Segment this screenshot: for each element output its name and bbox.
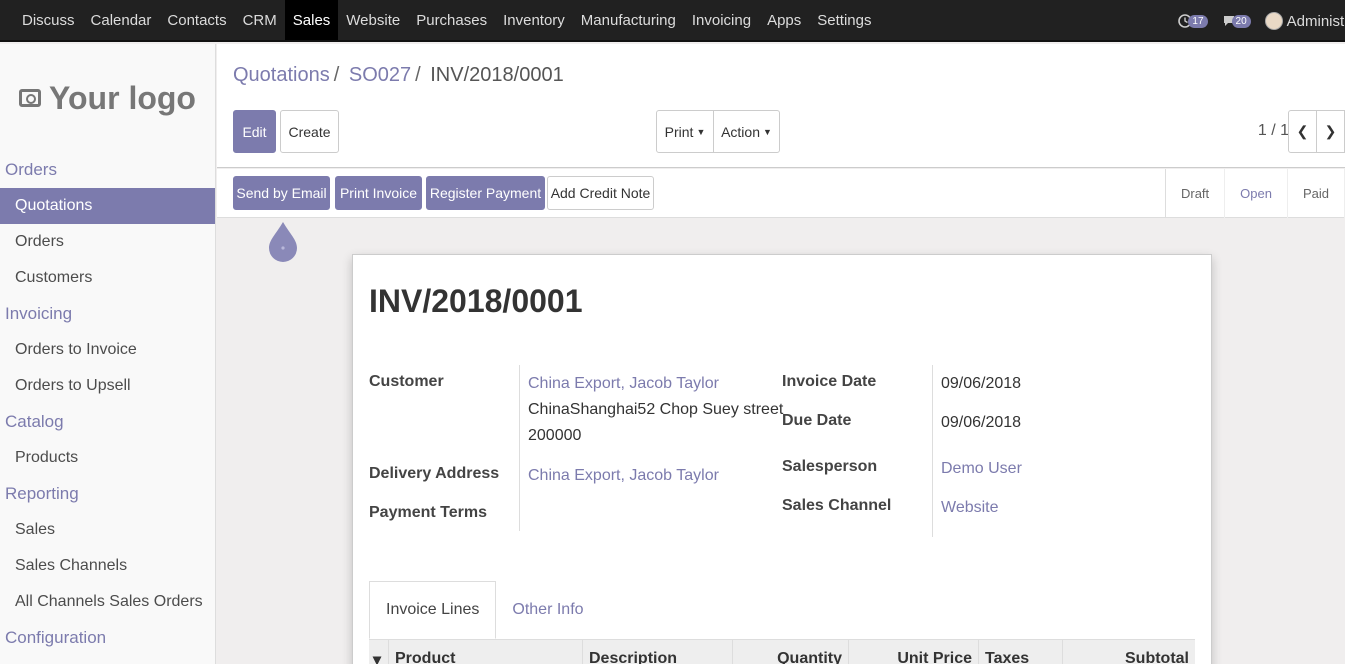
column-unit-price[interactable]: Unit Price bbox=[849, 640, 979, 664]
logo-text: Your logo bbox=[49, 79, 196, 116]
caret-down-icon: ▼ bbox=[696, 126, 706, 137]
sidebar-item-orders-to-invoice[interactable]: Orders to Invoice bbox=[0, 332, 215, 368]
sidebar-section-catalog[interactable]: Catalog bbox=[0, 404, 215, 440]
menu-manufacturing[interactable]: Manufacturing bbox=[573, 0, 684, 40]
due-date-label: Due Date bbox=[782, 412, 852, 429]
company-logo[interactable]: Your logo bbox=[0, 44, 215, 152]
pager-value[interactable]: 1 / 1 bbox=[1258, 122, 1289, 140]
customer-field: China Export, Jacob Taylor ChinaShanghai… bbox=[528, 371, 783, 449]
activity-count-badge: 17 bbox=[1188, 14, 1208, 28]
sidebar-item-all-channels-sales-orders[interactable]: All Channels Sales Orders bbox=[0, 584, 215, 620]
sidebar-item-orders[interactable]: Orders bbox=[0, 224, 215, 260]
camera-icon bbox=[19, 89, 42, 107]
invoice-sheet: INV/2018/0001 Customer China Export, Jac… bbox=[352, 254, 1212, 664]
breadcrumb-current: INV/2018/0001 bbox=[430, 64, 564, 86]
menu-invoicing[interactable]: Invoicing bbox=[684, 0, 759, 40]
message-count-badge: 20 bbox=[1231, 14, 1251, 28]
sidebar-item-sales-channels[interactable]: Sales Channels bbox=[0, 548, 215, 584]
avatar bbox=[1264, 12, 1283, 30]
sidebar-item-customers[interactable]: Customers bbox=[0, 260, 215, 296]
sort-caret-icon[interactable]: ▾ bbox=[369, 640, 389, 664]
menu-website[interactable]: Website bbox=[338, 0, 408, 40]
print-dropdown[interactable]: Print ▼ bbox=[656, 110, 714, 153]
add-credit-note-button[interactable]: Add Credit Note bbox=[547, 176, 654, 210]
sidebar: Your logo Orders Quotations Orders Custo… bbox=[0, 44, 216, 664]
menu-settings[interactable]: Settings bbox=[809, 0, 879, 40]
sidebar-section-orders[interactable]: Orders bbox=[0, 152, 215, 188]
salesperson-label: Salesperson bbox=[782, 458, 878, 475]
menu-sales[interactable]: Sales bbox=[284, 0, 339, 40]
menu-inventory[interactable]: Inventory bbox=[495, 0, 573, 40]
activity-button[interactable]: 17 bbox=[1178, 14, 1208, 28]
send-by-email-button[interactable]: Send by Email bbox=[233, 176, 330, 210]
sidebar-section-invoicing[interactable]: Invoicing bbox=[0, 296, 215, 332]
app-menu: Discuss Calendar Contacts CRM Sales Webs… bbox=[0, 0, 879, 40]
customer-address-line1: ChinaShanghai52 Chop Suey street bbox=[528, 401, 784, 418]
sidebar-section-configuration[interactable]: Configuration bbox=[0, 620, 215, 656]
user-name: Administrator bbox=[1286, 12, 1345, 30]
sidebar-item-orders-to-upsell[interactable]: Orders to Upsell bbox=[0, 368, 215, 404]
sales-channel-link[interactable]: Website bbox=[941, 495, 999, 521]
sidebar-section-reporting[interactable]: Reporting bbox=[0, 476, 215, 512]
caret-down-icon: ▼ bbox=[763, 126, 772, 137]
tip-drop-icon[interactable] bbox=[268, 220, 298, 262]
edit-button[interactable]: Edit bbox=[233, 110, 276, 153]
notebook-tabs: Invoice Lines Other Info bbox=[369, 581, 600, 641]
customer-link[interactable]: China Export, Jacob Taylor bbox=[528, 371, 783, 397]
column-description[interactable]: Description bbox=[583, 640, 733, 664]
invoice-date-label: Invoice Date bbox=[782, 373, 877, 390]
form-statusbar: Send by Email Print Invoice Register Pay… bbox=[217, 169, 1345, 218]
stage-draft[interactable]: Draft bbox=[1166, 169, 1226, 218]
invoice-lines-table-header: ▾ Product Description Quantity Unit Pric… bbox=[369, 639, 1195, 664]
tab-invoice-lines[interactable]: Invoice Lines bbox=[369, 581, 497, 639]
menu-discuss[interactable]: Discuss bbox=[14, 0, 83, 40]
invoice-title: INV/2018/0001 bbox=[369, 283, 583, 319]
sidebar-item-quotations[interactable]: Quotations bbox=[0, 188, 215, 224]
column-subtotal[interactable]: Subtotal bbox=[1063, 640, 1195, 664]
column-product[interactable]: Product bbox=[389, 640, 583, 664]
breadcrumb-so027[interactable]: SO027 bbox=[349, 64, 411, 86]
control-panel: Quotations / SO027/ INV/2018/0001 Edit Cr… bbox=[217, 44, 1345, 168]
column-taxes[interactable]: Taxes bbox=[979, 640, 1063, 664]
pager-previous-button[interactable]: ❮ bbox=[1288, 110, 1317, 153]
column-quantity[interactable]: Quantity bbox=[733, 640, 849, 664]
menu-crm[interactable]: CRM bbox=[235, 0, 285, 40]
sidebar-item-products[interactable]: Products bbox=[0, 440, 215, 476]
print-label: Print bbox=[664, 123, 694, 140]
delivery-address-label: Delivery Address bbox=[369, 465, 500, 482]
salesperson-link[interactable]: Demo User bbox=[941, 456, 1022, 482]
delivery-address-link[interactable]: China Export, Jacob Taylor bbox=[528, 463, 719, 489]
register-payment-button[interactable]: Register Payment bbox=[426, 176, 545, 210]
menu-purchases[interactable]: Purchases bbox=[408, 0, 495, 40]
customer-label: Customer bbox=[369, 373, 444, 390]
sales-channel-label: Sales Channel bbox=[782, 497, 892, 514]
print-invoice-button[interactable]: Print Invoice bbox=[335, 176, 422, 210]
payment-terms-label: Payment Terms bbox=[369, 504, 487, 521]
stage-paid[interactable]: Paid bbox=[1288, 169, 1345, 218]
messages-button[interactable]: 20 bbox=[1222, 14, 1251, 28]
action-dropdown[interactable]: Action ▼ bbox=[713, 110, 780, 153]
menu-calendar[interactable]: Calendar bbox=[83, 0, 160, 40]
due-date-value: 09/06/2018 bbox=[941, 414, 1022, 431]
action-label: Action bbox=[721, 123, 760, 140]
stage-open[interactable]: Open bbox=[1225, 169, 1288, 218]
chevron-right-icon: ❯ bbox=[1324, 123, 1337, 139]
chevron-left-icon: ❮ bbox=[1296, 123, 1309, 139]
breadcrumb: Quotations / SO027/ INV/2018/0001 bbox=[233, 64, 564, 86]
customer-address-line2: 200000 bbox=[528, 427, 582, 444]
create-button[interactable]: Create bbox=[280, 110, 339, 153]
sidebar-item-sales[interactable]: Sales bbox=[0, 512, 215, 548]
pager-next-button[interactable]: ❯ bbox=[1316, 110, 1345, 153]
breadcrumb-quotations[interactable]: Quotations bbox=[233, 64, 330, 86]
user-menu[interactable]: Administrator bbox=[1264, 12, 1345, 30]
tab-other-info[interactable]: Other Info bbox=[496, 581, 599, 639]
menu-apps[interactable]: Apps bbox=[759, 0, 809, 40]
top-navbar: Discuss Calendar Contacts CRM Sales Webs… bbox=[0, 0, 1345, 42]
menu-contacts[interactable]: Contacts bbox=[159, 0, 234, 40]
invoice-date-value: 09/06/2018 bbox=[941, 375, 1022, 392]
status-stages: Draft Open Paid bbox=[1164, 169, 1345, 218]
